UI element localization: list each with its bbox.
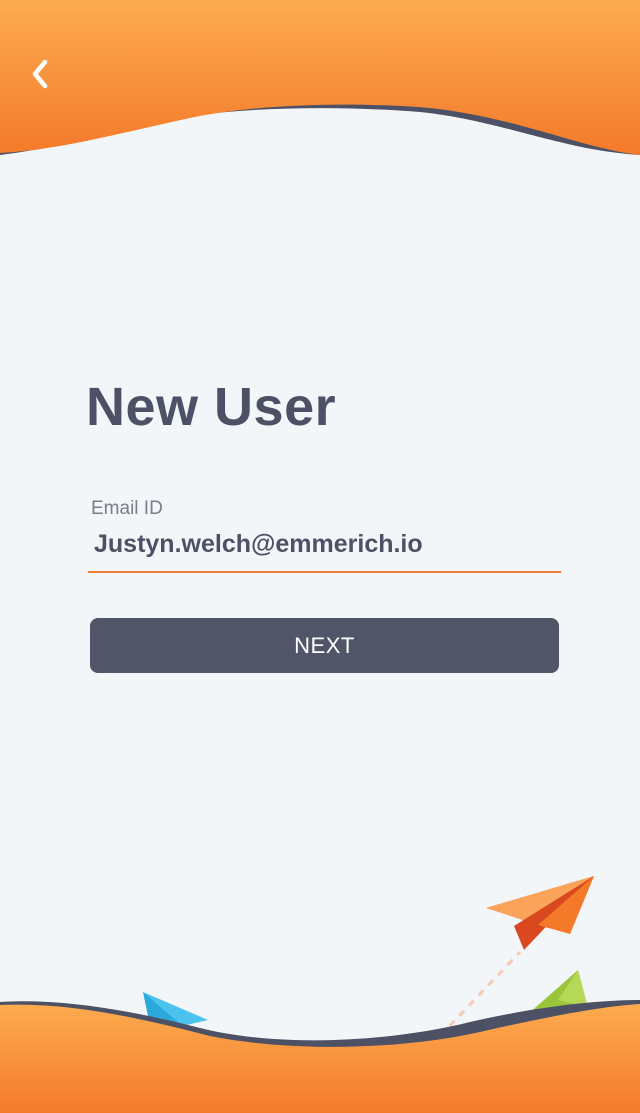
page-title: New User (86, 377, 337, 437)
chevron-left-icon (32, 59, 48, 89)
header-wave (0, 0, 640, 155)
back-button[interactable] (20, 52, 60, 96)
email-field: Email ID (88, 498, 561, 573)
footer-wave (0, 1000, 640, 1113)
paper-plane-orange-icon (486, 876, 594, 950)
new-user-screen: New User Email ID NEXT (0, 0, 640, 1113)
next-button[interactable]: NEXT (90, 618, 559, 673)
email-field-label: Email ID (91, 498, 163, 519)
email-input[interactable] (88, 526, 561, 573)
